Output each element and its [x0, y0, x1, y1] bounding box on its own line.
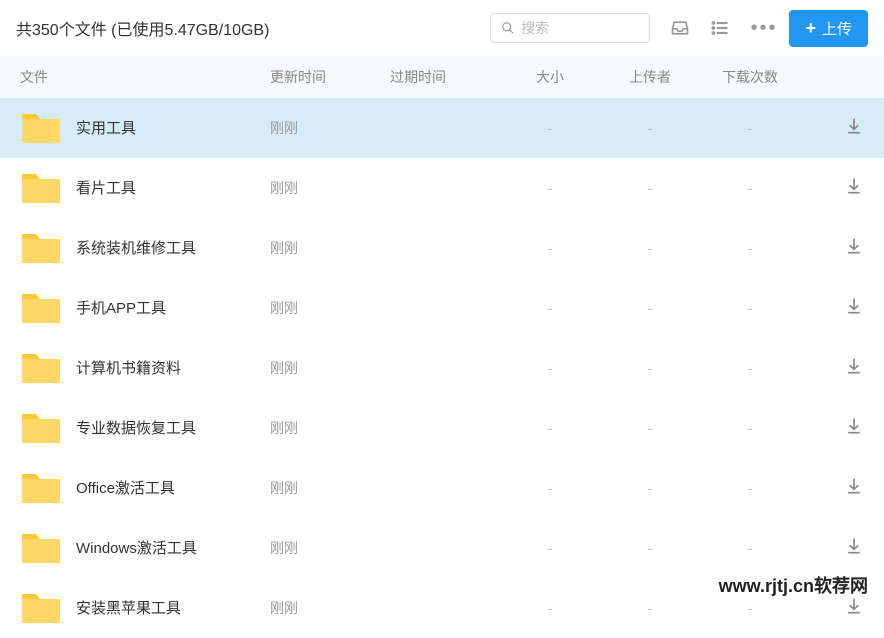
table-row[interactable]: 计算机书籍资料 刚刚 - - -: [0, 338, 884, 398]
upload-button[interactable]: + 上传: [789, 10, 868, 47]
search-input[interactable]: [521, 20, 639, 36]
download-button[interactable]: [844, 123, 864, 139]
search-icon: [501, 20, 515, 36]
list-view-button[interactable]: [702, 10, 738, 46]
cell-downloads: -: [700, 420, 800, 436]
folder-icon: [20, 530, 62, 566]
cell-size: -: [500, 540, 600, 556]
toolbar: 共350个文件 (已使用5.47GB/10GB) ••• + 上传: [0, 0, 884, 56]
header-update[interactable]: 更新时间: [270, 67, 390, 87]
cell-downloads: -: [700, 120, 800, 136]
download-button[interactable]: [844, 423, 864, 439]
list-icon: [710, 18, 730, 38]
cell-update: 刚刚: [270, 238, 390, 258]
file-list: 实用工具 刚刚 - - - 看片工具 刚刚 - - - 系统装机维修工具 刚刚 …: [0, 98, 884, 638]
cell-update: 刚刚: [270, 418, 390, 438]
cell-size: -: [500, 240, 600, 256]
file-name: 计算机书籍资料: [76, 357, 181, 378]
inbox-icon: [670, 18, 690, 38]
header-size[interactable]: 大小: [500, 67, 600, 87]
cell-uploader: -: [600, 360, 700, 376]
file-name: Windows激活工具: [76, 537, 197, 558]
file-name: 看片工具: [76, 177, 136, 198]
header-expire[interactable]: 过期时间: [390, 67, 500, 87]
cell-downloads: -: [700, 240, 800, 256]
cell-downloads: -: [700, 180, 800, 196]
cell-update: 刚刚: [270, 178, 390, 198]
cell-update: 刚刚: [270, 298, 390, 318]
cell-downloads: -: [700, 600, 800, 616]
table-header: 文件 更新时间 过期时间 大小 上传者 下载次数: [0, 56, 884, 98]
table-row[interactable]: 手机APP工具 刚刚 - - -: [0, 278, 884, 338]
folder-icon: [20, 290, 62, 326]
file-summary: 共350个文件 (已使用5.47GB/10GB): [16, 16, 490, 40]
download-button[interactable]: [844, 303, 864, 319]
cell-update: 刚刚: [270, 478, 390, 498]
inbox-button[interactable]: [662, 10, 698, 46]
download-button[interactable]: [844, 183, 864, 199]
folder-icon: [20, 170, 62, 206]
cell-uploader: -: [600, 120, 700, 136]
header-file[interactable]: 文件: [20, 67, 270, 87]
download-button[interactable]: [844, 363, 864, 379]
cell-size: -: [500, 120, 600, 136]
download-button[interactable]: [844, 243, 864, 259]
cell-size: -: [500, 480, 600, 496]
cell-size: -: [500, 300, 600, 316]
folder-icon: [20, 230, 62, 266]
cell-downloads: -: [700, 300, 800, 316]
table-row[interactable]: 专业数据恢复工具 刚刚 - - -: [0, 398, 884, 458]
folder-icon: [20, 110, 62, 146]
file-name: 实用工具: [76, 117, 136, 138]
plus-icon: +: [805, 18, 816, 39]
folder-icon: [20, 590, 62, 626]
download-button[interactable]: [844, 603, 864, 619]
cell-uploader: -: [600, 180, 700, 196]
folder-icon: [20, 470, 62, 506]
table-row[interactable]: 系统装机维修工具 刚刚 - - -: [0, 218, 884, 278]
file-name: 专业数据恢复工具: [76, 417, 196, 438]
cell-downloads: -: [700, 360, 800, 376]
cell-uploader: -: [600, 300, 700, 316]
download-button[interactable]: [844, 483, 864, 499]
file-name: 系统装机维修工具: [76, 237, 196, 258]
more-button[interactable]: •••: [750, 17, 777, 40]
header-uploader[interactable]: 上传者: [600, 67, 700, 87]
table-row[interactable]: 实用工具 刚刚 - - -: [0, 98, 884, 158]
folder-icon: [20, 410, 62, 446]
cell-update: 刚刚: [270, 358, 390, 378]
cell-downloads: -: [700, 480, 800, 496]
cell-size: -: [500, 600, 600, 616]
download-button[interactable]: [844, 543, 864, 559]
cell-uploader: -: [600, 240, 700, 256]
upload-label: 上传: [822, 18, 852, 39]
cell-update: 刚刚: [270, 118, 390, 138]
watermark: www.rjtj.cn软荐网: [719, 572, 868, 598]
cell-update: 刚刚: [270, 538, 390, 558]
cell-size: -: [500, 180, 600, 196]
cell-uploader: -: [600, 600, 700, 616]
file-name: 手机APP工具: [76, 297, 166, 318]
file-name: 安装黑苹果工具: [76, 597, 181, 618]
cell-size: -: [500, 360, 600, 376]
cell-size: -: [500, 420, 600, 436]
file-name: Office激活工具: [76, 477, 175, 498]
cell-uploader: -: [600, 480, 700, 496]
cell-update: 刚刚: [270, 598, 390, 618]
table-row[interactable]: 看片工具 刚刚 - - -: [0, 158, 884, 218]
header-downloads[interactable]: 下载次数: [700, 67, 800, 87]
cell-downloads: -: [700, 540, 800, 556]
search-box[interactable]: [490, 13, 650, 43]
table-row[interactable]: Windows激活工具 刚刚 - - -: [0, 518, 884, 578]
cell-uploader: -: [600, 540, 700, 556]
table-row[interactable]: Office激活工具 刚刚 - - -: [0, 458, 884, 518]
cell-uploader: -: [600, 420, 700, 436]
folder-icon: [20, 350, 62, 386]
